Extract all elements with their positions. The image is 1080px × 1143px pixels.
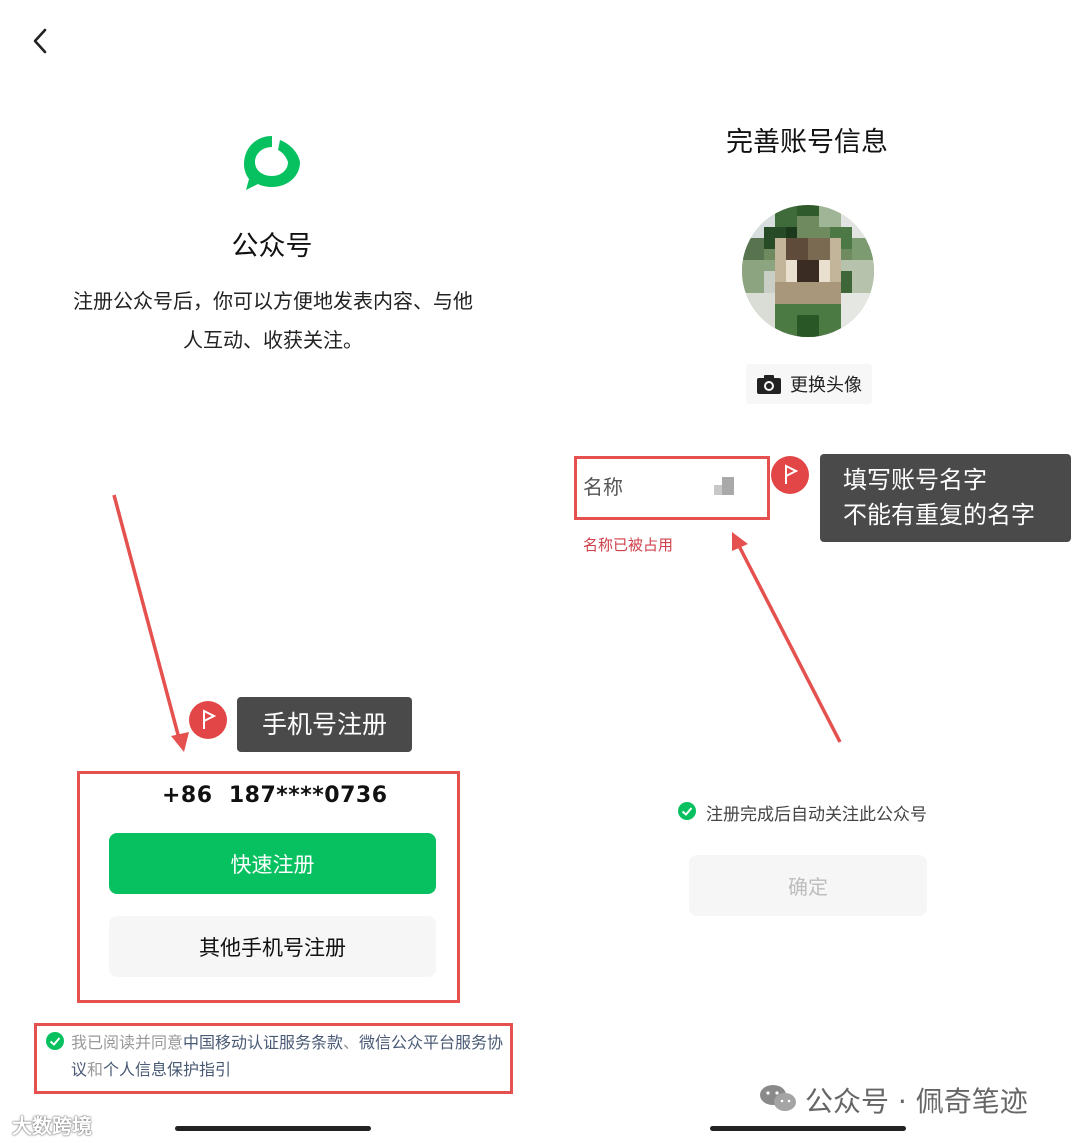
check-icon <box>681 807 693 816</box>
callout-name-hint: 填写账号名字 不能有重复的名字 <box>820 454 1071 542</box>
agreement-and: 和 <box>87 1060 104 1079</box>
app-name: 公众号 <box>231 231 313 262</box>
name-input-redaction-icon <box>714 477 734 495</box>
wechat-icon <box>760 1085 796 1111</box>
watermark-right: 公众号 · 佩奇笔迹 <box>805 1085 1028 1118</box>
pixelated-avatar-image <box>742 205 874 337</box>
intro-text: 注册公众号后，你可以方便地发表内容、与他 人互动、收获关注。 <box>40 282 506 360</box>
flag-icon <box>771 456 809 494</box>
agreement-separator: 、 <box>343 1033 360 1052</box>
name-field-label: 名称 <box>583 475 623 499</box>
agreement-text: 我已阅读并同意中国移动认证服务条款、微信公众平台服务协议和个人信息保护指引 <box>71 1029 506 1083</box>
intro-line-2: 人互动、收获关注。 <box>183 328 363 352</box>
phone-number: +86 187****0736 <box>162 783 388 808</box>
annotation-arrow-left <box>112 494 189 752</box>
watermark-left: 大数跨境 <box>12 1114 92 1138</box>
auto-follow-text: 注册完成后自动关注此公众号 <box>706 805 927 825</box>
flag-icon <box>189 701 227 739</box>
agreement-check-icon[interactable] <box>46 1032 64 1050</box>
back-chevron-icon[interactable] <box>28 26 56 56</box>
change-avatar-label: 更换头像 <box>790 375 862 396</box>
flag-glyph-icon <box>785 464 799 484</box>
check-icon <box>49 1037 61 1046</box>
cmcc-terms-link[interactable]: 中国移动认证服务条款 <box>183 1033 343 1052</box>
other-phone-register-button[interactable]: 其他手机号注册 <box>109 916 436 977</box>
callout-name-line-2: 不能有重复的名字 <box>843 501 1035 529</box>
agreement-prefix: 我已阅读并同意 <box>71 1033 184 1052</box>
intro-line-1: 注册公众号后，你可以方便地发表内容、与他 <box>73 289 473 313</box>
confirm-button[interactable]: 确定 <box>689 855 927 916</box>
camera-icon <box>757 375 781 394</box>
name-error-text: 名称已被占用 <box>583 536 674 554</box>
home-indicator-left[interactable] <box>175 1126 371 1131</box>
quick-register-button[interactable]: 快速注册 <box>109 833 436 894</box>
home-indicator-right[interactable] <box>710 1126 906 1131</box>
callout-phone-register: 手机号注册 <box>237 697 412 752</box>
avatar[interactable] <box>742 205 874 337</box>
privacy-guide-link[interactable]: 个人信息保护指引 <box>103 1060 231 1079</box>
annotation-arrow-right <box>732 532 842 743</box>
callout-name-line-1: 填写账号名字 <box>843 466 987 494</box>
page-title: 完善账号信息 <box>726 127 888 158</box>
official-account-logo-icon <box>244 136 300 190</box>
change-avatar-button[interactable]: 更换头像 <box>746 364 872 404</box>
auto-follow-check-icon[interactable] <box>678 802 696 820</box>
flag-glyph-icon <box>203 709 217 729</box>
